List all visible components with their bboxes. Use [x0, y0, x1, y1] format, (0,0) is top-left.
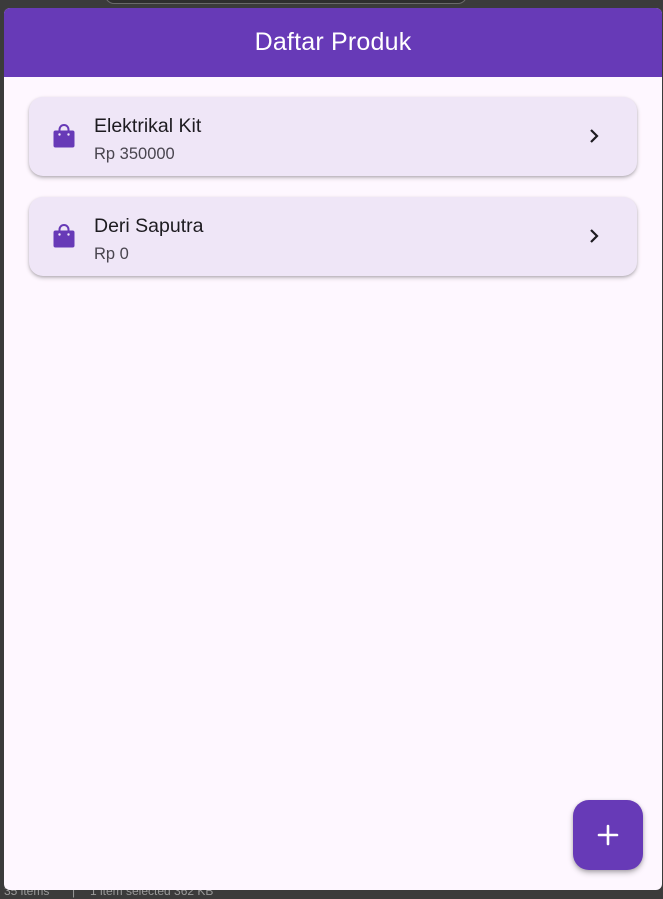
- product-name: Deri Saputra: [94, 215, 204, 237]
- chevron-right-icon: [590, 229, 599, 243]
- app-window: Daftar Produk Elektrikal Kit Rp 350000 D…: [4, 8, 662, 890]
- desktop-background: 35 items | 1 item selected 362 KB Daftar…: [0, 0, 663, 899]
- page-title: Daftar Produk: [254, 28, 412, 56]
- product-name: Elektrikal Kit: [94, 115, 202, 137]
- add-icon: [597, 824, 619, 846]
- product-list-item[interactable]: Elektrikal Kit Rp 350000: [29, 97, 637, 176]
- product-price: Rp 350000: [94, 145, 175, 163]
- app-bar: Daftar Produk: [4, 8, 662, 77]
- chevron-right-icon: [590, 129, 599, 143]
- product-list-item[interactable]: Deri Saputra Rp 0: [29, 197, 637, 276]
- shopping-bag-icon: [53, 124, 75, 148]
- product-price: Rp 0: [94, 245, 129, 263]
- top-search-pill: [105, 0, 467, 4]
- shopping-bag-icon: [53, 224, 75, 248]
- add-product-button[interactable]: [573, 800, 643, 870]
